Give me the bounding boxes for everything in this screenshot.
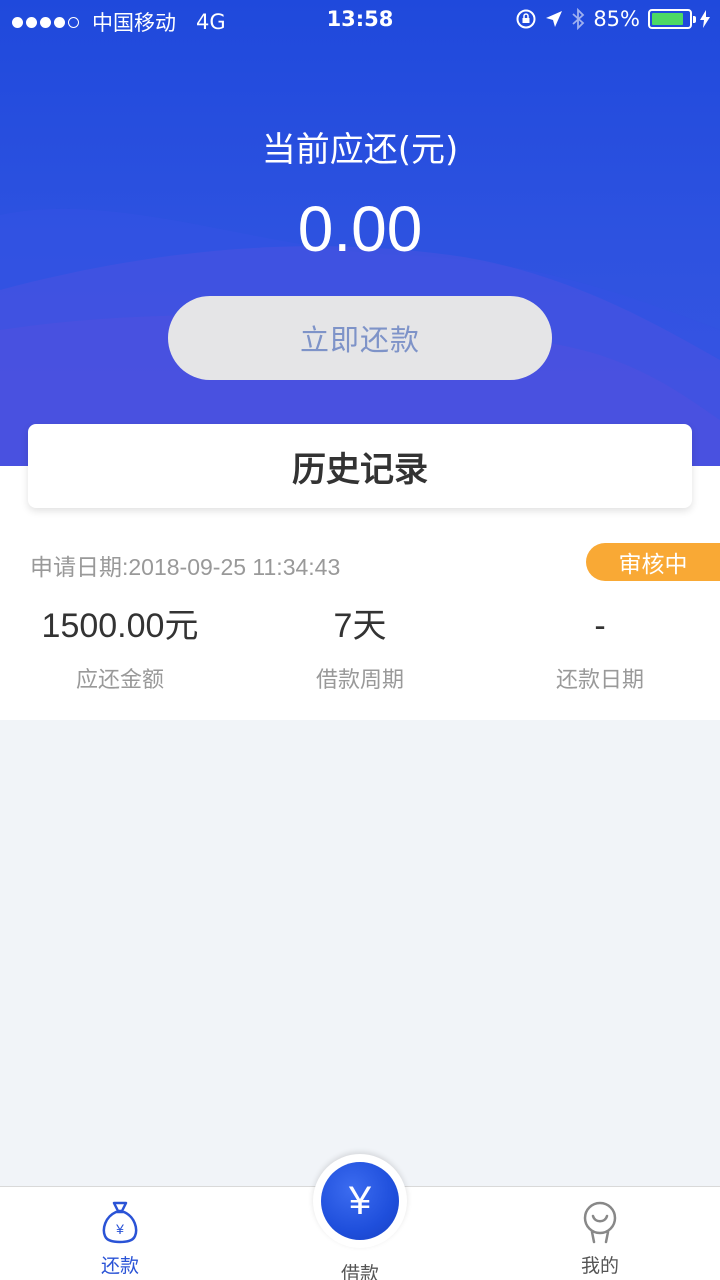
amount-value: 1500.00元 [41,607,199,645]
battery-icon [648,9,696,29]
location-arrow-icon [546,11,563,27]
amount-label: 应还金额 [75,668,164,693]
repay-date-stat: - 还款日期 [480,600,720,694]
rotation-lock-icon [516,9,536,29]
repay-now-button[interactable]: 立即还款 [168,296,552,380]
tab-borrow-label: 借款 [340,1263,379,1280]
period-value: 7天 [333,607,387,645]
repay-date-value: - [594,607,606,645]
status-bar: 中国移动 4G 13:58 85% [0,0,720,40]
bluetooth-icon [572,8,585,30]
money-bag-icon: ¥ [102,1201,138,1244]
amount-due-value: 0.00 [297,193,423,265]
amount-due-label: 当前应还(元) [261,130,459,170]
history-title-card[interactable]: 历史记录 [28,424,692,508]
tab-profile[interactable]: 我的 [480,1187,720,1280]
tab-repay[interactable]: ¥ 还款 [0,1187,240,1280]
status-badge: 审核中 [586,543,720,581]
period-label: 借款周期 [315,668,404,693]
apply-date: 申请日期:2018-09-25 11:34:43 [30,554,341,580]
battery-percentage: 85% [593,7,640,31]
yuan-icon: ¥ [321,1162,399,1240]
profile-icon [583,1201,617,1244]
status-right: 85% [507,7,710,31]
repay-date-label: 还款日期 [555,668,644,693]
tab-repay-label: 还款 [100,1255,139,1277]
svg-text:¥: ¥ [115,1221,124,1237]
charging-bolt-icon [700,10,710,28]
tab-profile-label: 我的 [580,1255,619,1277]
amount-stat: 1500.00元 应还金额 [0,600,240,694]
battery-fill [652,13,683,25]
borrow-center-button[interactable]: ¥ [313,1154,407,1248]
period-stat: 7天 借款周期 [240,600,480,694]
